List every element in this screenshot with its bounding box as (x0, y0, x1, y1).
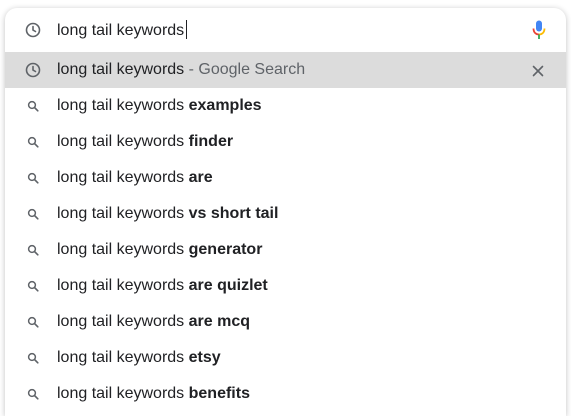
suggestion-suffix: - Google Search (184, 61, 306, 78)
suggestion-prefix: long tail keywords (57, 241, 189, 258)
search-icon (25, 314, 41, 330)
suggestion-item[interactable]: long tail keywords etsy (5, 340, 566, 376)
search-icon (25, 278, 41, 294)
suggestion-completion: benefits (188, 385, 250, 402)
search-icon (25, 350, 41, 366)
search-icon (25, 386, 41, 402)
suggestion-list: long tail keywords examples long tail ke… (5, 88, 566, 412)
suggestion-completion: etsy (188, 349, 221, 366)
suggestion-item[interactable]: long tail keywords are mcq (5, 304, 566, 340)
suggestion-item[interactable]: long tail keywords vs short tail (5, 196, 566, 232)
suggestion-completion: are (188, 169, 213, 186)
clock-history-icon (25, 62, 41, 78)
search-icon (25, 98, 41, 114)
suggestion-prefix: long tail keywords (57, 313, 189, 330)
suggestion-item[interactable]: long tail keywords examples (5, 88, 566, 124)
suggestion-text: long tail keywords - Google Search (57, 61, 305, 79)
suggestion-completion: finder (188, 133, 234, 150)
suggestion-text: long tail keywords generator (57, 241, 262, 259)
search-input[interactable]: long tail keywords (57, 20, 188, 40)
suggestion-prefix: long tail keywords (57, 169, 189, 186)
suggestion-text: long tail keywords examples (57, 97, 262, 115)
search-box[interactable]: long tail keywords (5, 8, 566, 52)
suggestion-text: long tail keywords vs short tail (57, 205, 278, 223)
search-query-text: long tail keywords (57, 22, 185, 39)
suggestion-completion: vs short tail (188, 205, 279, 222)
suggestion-prefix: long tail keywords (57, 61, 185, 78)
microphone-icon[interactable] (532, 20, 546, 40)
suggestion-prefix: long tail keywords (57, 133, 189, 150)
history-suggestion[interactable]: long tail keywords - Google Search (5, 52, 566, 88)
search-autocomplete-panel: long tail keywords long tail keywords - … (5, 8, 566, 416)
search-icon (25, 170, 41, 186)
suggestion-item[interactable]: long tail keywords are (5, 160, 566, 196)
suggestion-completion: are mcq (188, 313, 250, 330)
suggestion-completion: are quizlet (188, 277, 268, 294)
suggestion-text: long tail keywords benefits (57, 385, 250, 403)
clock-history-icon (25, 22, 41, 38)
suggestion-item[interactable]: long tail keywords are quizlet (5, 268, 566, 304)
close-icon[interactable] (532, 64, 544, 77)
suggestion-text: long tail keywords are quizlet (57, 277, 268, 295)
suggestion-prefix: long tail keywords (57, 277, 189, 294)
suggestion-text: long tail keywords finder (57, 133, 233, 151)
suggestion-text: long tail keywords are mcq (57, 313, 250, 331)
suggestion-item[interactable]: long tail keywords benefits (5, 376, 566, 412)
text-caret (186, 20, 188, 39)
suggestion-prefix: long tail keywords (57, 205, 189, 222)
search-icon (25, 134, 41, 150)
search-icon (25, 206, 41, 222)
suggestion-item[interactable]: long tail keywords finder (5, 124, 566, 160)
search-icon (25, 242, 41, 258)
suggestion-text: long tail keywords etsy (57, 349, 221, 367)
suggestion-prefix: long tail keywords (57, 349, 189, 366)
suggestion-prefix: long tail keywords (57, 97, 189, 114)
suggestion-prefix: long tail keywords (57, 385, 189, 402)
suggestion-text: long tail keywords are (57, 169, 213, 187)
suggestion-completion: examples (188, 97, 262, 114)
suggestion-completion: generator (188, 241, 263, 258)
suggestion-item[interactable]: long tail keywords generator (5, 232, 566, 268)
